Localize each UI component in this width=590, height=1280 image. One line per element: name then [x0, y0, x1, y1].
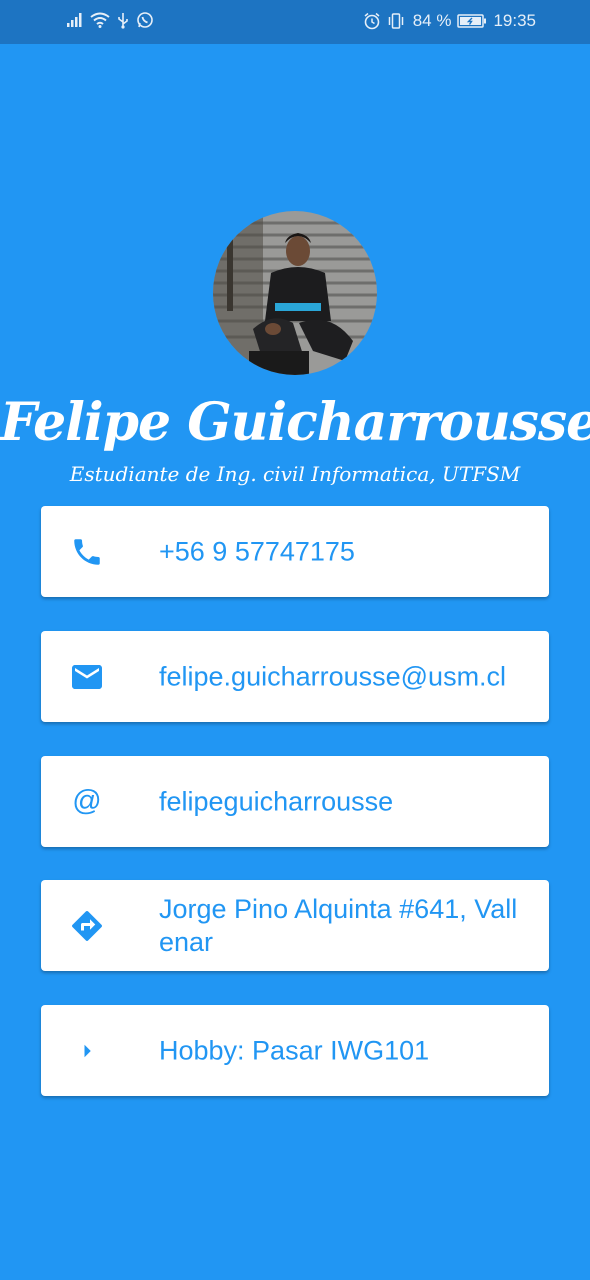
profile-subtitle: Estudiante de Ing. civil Informatica, UT…	[69, 462, 521, 486]
battery-icon	[457, 13, 487, 29]
hobby-text: Hobby: Pasar IWG101	[159, 1035, 430, 1065]
address-text: Jorge Pino Alquinta #641, Vallenar	[159, 893, 518, 957]
status-left-icons	[66, 11, 154, 29]
status-bar: 84 % 19:35	[0, 0, 590, 44]
arrow-right-icon	[67, 1031, 107, 1071]
status-right-icons: 84 % 19:35	[363, 11, 536, 31]
directions-icon	[67, 906, 107, 946]
social-handle: felipeguicharrousse	[159, 786, 394, 816]
at-glyph: @	[72, 785, 102, 817]
alarm-icon	[363, 12, 381, 30]
battery-percent: 84 %	[412, 11, 452, 30]
phone-card[interactable]: +56 9 57747175	[41, 506, 549, 597]
mail-icon	[67, 657, 107, 697]
profile-avatar	[213, 211, 377, 375]
hobby-card[interactable]: Hobby: Pasar IWG101	[41, 1005, 549, 1096]
clock-time: 19:35	[493, 11, 536, 30]
phone-number: +56 9 57747175	[159, 536, 355, 566]
vibrate-icon	[387, 12, 405, 30]
whatsapp-icon	[136, 11, 154, 29]
profile-name: Felipe Guicharrousse	[0, 392, 590, 453]
email-address: felipe.guicharrousse@usm.cl	[159, 661, 507, 691]
address-card[interactable]: Jorge Pino Alquinta #641, Vallenar	[41, 880, 549, 971]
handle-card[interactable]: @ felipeguicharrousse	[41, 756, 549, 847]
email-card[interactable]: felipe.guicharrousse@usm.cl	[41, 631, 549, 722]
phone-icon	[67, 532, 107, 572]
at-icon: @	[67, 782, 107, 822]
wifi-icon	[90, 12, 110, 28]
signal-icon	[66, 12, 84, 28]
usb-icon	[116, 12, 130, 29]
